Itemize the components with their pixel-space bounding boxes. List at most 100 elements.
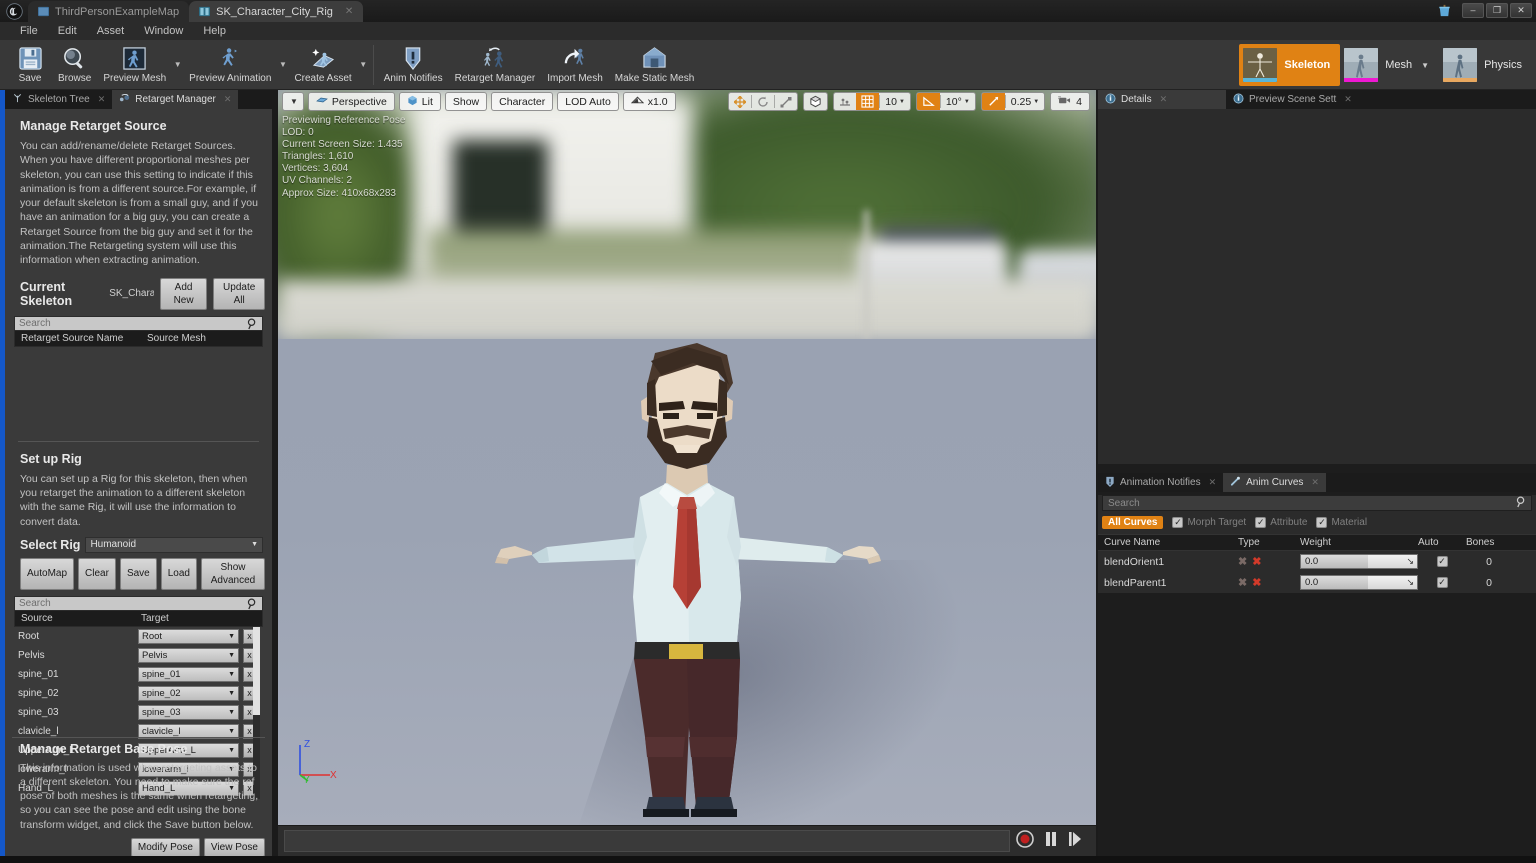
curve-auto-checkbox[interactable]: ✓: [1418, 577, 1466, 588]
curve-auto-checkbox[interactable]: ✓: [1418, 556, 1466, 567]
filter-morph-target[interactable]: ✓ Morph Target: [1172, 517, 1246, 528]
menu-help[interactable]: Help: [193, 22, 236, 40]
toolbar-save-button[interactable]: Save: [8, 41, 52, 89]
close-icon[interactable]: ✕: [98, 94, 106, 105]
retarget-source-list[interactable]: [14, 346, 263, 433]
close-window-button[interactable]: ✕: [1510, 2, 1532, 18]
preview-mesh-dropdown-icon[interactable]: ▼: [172, 41, 183, 89]
viewport-lod-menu[interactable]: LOD Auto: [557, 92, 619, 111]
minimize-button[interactable]: –: [1462, 2, 1484, 18]
toolbar-create-asset-button[interactable]: Create Asset: [288, 41, 357, 89]
panel-splitter[interactable]: [1098, 464, 1536, 473]
tab-skeleton-tree[interactable]: Skeleton Tree ✕: [5, 90, 112, 109]
close-icon[interactable]: ✕: [224, 94, 232, 105]
menu-window[interactable]: Window: [134, 22, 193, 40]
x-red-icon[interactable]: ✖: [1252, 555, 1261, 568]
trash-icon[interactable]: [1434, 2, 1454, 18]
surface-snap-button[interactable]: [834, 93, 856, 110]
editor-tab-sk-character-city-rig[interactable]: SK_Character_City_Rig ✕: [189, 1, 364, 22]
menu-file[interactable]: File: [10, 22, 48, 40]
camera-speed-button[interactable]: 4: [1050, 92, 1090, 111]
step-forward-icon[interactable]: [1068, 831, 1082, 852]
move-tool-button[interactable]: [729, 93, 751, 110]
close-icon[interactable]: ✕: [345, 6, 353, 17]
close-icon[interactable]: ✕: [1209, 477, 1217, 488]
curve-weight-input[interactable]: 0.0 ↘: [1300, 554, 1418, 569]
select-rig-dropdown[interactable]: Humanoid ▼: [85, 536, 263, 553]
toolbar-make-static-mesh-button[interactable]: Make Static Mesh: [609, 41, 700, 89]
filter-attribute[interactable]: ✓ Attribute: [1255, 517, 1307, 528]
scale-snap-toggle[interactable]: [981, 93, 1005, 110]
pause-icon[interactable]: [1044, 831, 1058, 852]
editor-tab-thirdpersonexamplemap[interactable]: ThirdPersonExampleMap: [28, 1, 190, 22]
table-row[interactable]: blendParent1 ✖ ✖ 0.0 ↘ ✓ 0: [1098, 572, 1536, 593]
curve-weight-input[interactable]: 0.0 ↘: [1300, 575, 1418, 590]
toolbar-import-mesh-button[interactable]: Import Mesh: [541, 41, 609, 89]
scale-snap-value[interactable]: 0.25 ▼: [1006, 93, 1044, 110]
menu-asset[interactable]: Asset: [87, 22, 135, 40]
spinner-icon[interactable]: ↘: [1368, 555, 1417, 568]
maximize-button[interactable]: ❐: [1486, 2, 1508, 18]
record-icon[interactable]: [1016, 829, 1034, 853]
table-row[interactable]: Pelvis Pelvis ▼ x: [14, 646, 263, 665]
rotate-tool-button[interactable]: [752, 93, 774, 110]
load-rig-button[interactable]: Load: [160, 557, 197, 590]
target-bone-dropdown[interactable]: Root ▼: [138, 628, 239, 644]
table-row[interactable]: spine_03 spine_03 ▼ x: [14, 703, 263, 722]
viewport-camera-mode-button[interactable]: Perspective: [307, 92, 395, 111]
x-gray-icon[interactable]: ✖: [1238, 576, 1247, 589]
tab-retarget-manager[interactable]: Retarget Manager ✕: [112, 90, 239, 109]
curve-search-input[interactable]: Search: [1102, 495, 1532, 511]
rig-search-input[interactable]: Search: [14, 595, 263, 611]
tab-details[interactable]: Details ✕: [1098, 90, 1226, 109]
toolbar-anim-notifies-button[interactable]: Anim Notifies: [378, 41, 449, 89]
show-advanced-button[interactable]: Show Advanced: [200, 557, 265, 590]
viewport-playback-speed-menu[interactable]: x1.0: [622, 92, 676, 111]
toolbar-preview-mesh-button[interactable]: Preview Mesh: [97, 41, 172, 89]
table-row[interactable]: blendOrient1 ✖ ✖ 0.0 ↘ ✓ 0: [1098, 551, 1536, 572]
tab-animation-notifies[interactable]: Animation Notifies ✕: [1098, 473, 1223, 492]
toolbar-retarget-manager-button[interactable]: Retarget Manager: [449, 41, 542, 89]
add-new-button[interactable]: Add New: [159, 277, 208, 310]
filter-all-curves[interactable]: All Curves: [1102, 516, 1164, 529]
angle-snap-toggle[interactable]: [916, 93, 940, 110]
menu-edit[interactable]: Edit: [48, 22, 87, 40]
toolbar-preview-animation-button[interactable]: Preview Animation: [183, 41, 277, 89]
target-bone-dropdown[interactable]: spine_03 ▼: [138, 704, 239, 720]
timeline-scrubber[interactable]: [284, 830, 1010, 852]
viewport-options-menu[interactable]: ▼: [282, 92, 304, 111]
update-all-button[interactable]: Update All: [213, 277, 265, 310]
close-icon[interactable]: ✕: [1160, 94, 1168, 105]
tab-preview-scene-settings[interactable]: Preview Scene Sett ✕: [1226, 90, 1359, 109]
viewport-view-mode-button[interactable]: Lit: [398, 92, 441, 111]
details-panel-content[interactable]: [1098, 109, 1536, 464]
viewport-character-menu[interactable]: Character: [491, 92, 554, 111]
coordinate-space-button[interactable]: [803, 92, 829, 111]
chevron-down-icon[interactable]: ▼: [1421, 61, 1429, 70]
toolbar-browse-button[interactable]: Browse: [52, 41, 97, 89]
character-preview-mesh[interactable]: [397, 297, 977, 817]
modify-pose-button[interactable]: Modify Pose: [130, 838, 200, 857]
clear-button[interactable]: Clear: [78, 557, 116, 590]
viewport-show-menu[interactable]: Show: [444, 92, 488, 111]
table-row[interactable]: spine_02 spine_02 ▼ x: [14, 684, 263, 703]
target-bone-dropdown[interactable]: spine_01 ▼: [138, 666, 239, 682]
grid-snap-toggle[interactable]: [856, 93, 880, 110]
target-bone-dropdown[interactable]: spine_02 ▼: [138, 685, 239, 701]
view-pose-button[interactable]: View Pose: [203, 838, 265, 857]
retarget-source-search-input[interactable]: Search: [14, 315, 263, 331]
automap-button[interactable]: AutoMap: [20, 557, 75, 590]
create-asset-dropdown-icon[interactable]: ▼: [358, 41, 369, 89]
grid-snap-value[interactable]: 10 ▼: [880, 93, 910, 110]
table-row[interactable]: Root Root ▼ x: [14, 627, 263, 646]
x-gray-icon[interactable]: ✖: [1238, 555, 1247, 568]
preview-animation-dropdown-icon[interactable]: ▼: [277, 41, 288, 89]
filter-material[interactable]: ✓ Material: [1316, 517, 1367, 528]
mode-skeleton[interactable]: Skeleton: [1239, 44, 1341, 86]
table-row[interactable]: spine_01 spine_01 ▼ x: [14, 665, 263, 684]
x-red-icon[interactable]: ✖: [1252, 576, 1261, 589]
mode-physics[interactable]: Physics: [1439, 44, 1532, 86]
save-rig-button[interactable]: Save: [119, 557, 157, 590]
close-icon[interactable]: ✕: [1344, 94, 1352, 105]
tab-anim-curves[interactable]: Anim Curves ✕: [1223, 473, 1326, 492]
